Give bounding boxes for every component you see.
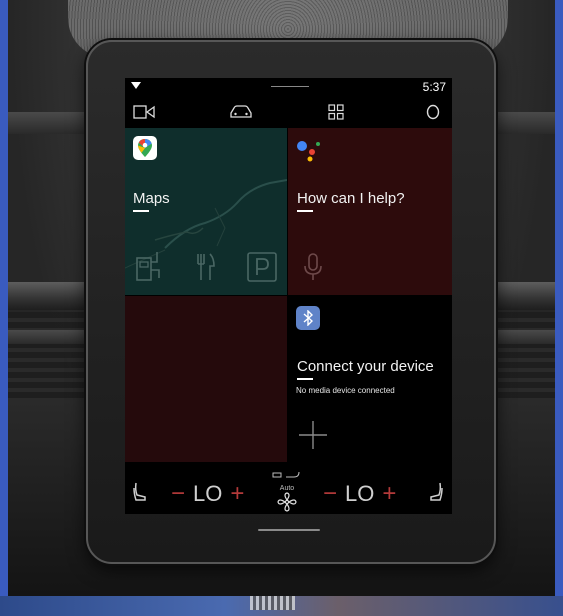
connect-title-underline — [297, 378, 313, 380]
driver-temp-decrease-button[interactable]: − — [171, 480, 185, 508]
empty-tile[interactable] — [125, 296, 287, 462]
google-assistant-icon — [296, 138, 324, 167]
passenger-temp-decrease-button[interactable]: − — [323, 480, 337, 508]
restaurant-icon[interactable] — [195, 252, 215, 287]
bluetooth-icon — [296, 306, 320, 330]
fan-mode-label: Auto — [279, 485, 295, 492]
status-bar: 5:37 — [125, 78, 452, 96]
maps-tile[interactable]: Maps — [125, 128, 287, 295]
infotainment-screen: 5:37 Maps How can I help? Connect your d… — [125, 78, 452, 514]
top-nav-bar — [125, 98, 452, 126]
climate-bar: − LO + Auto − LO + — [125, 464, 452, 514]
microphone-icon[interactable] — [303, 252, 323, 287]
clock: 5:37 — [422, 80, 446, 94]
bezel-home-bar — [258, 529, 320, 531]
passenger-temp-value: LO — [345, 481, 375, 506]
apps-grid-icon[interactable] — [328, 102, 344, 122]
connect-device-tile[interactable]: Connect your device No media device conn… — [288, 296, 452, 462]
recirculate-icon — [272, 471, 300, 478]
vehicle-badge — [250, 596, 295, 610]
add-icon[interactable] — [298, 420, 328, 455]
parking-icon[interactable] — [247, 252, 277, 287]
passenger-temp-increase-button[interactable]: + — [382, 480, 396, 508]
assistant-title-underline — [297, 210, 313, 212]
assistant-tile[interactable]: How can I help? — [288, 128, 452, 295]
fan-icon — [277, 492, 297, 512]
wifi-icon — [131, 82, 141, 89]
driver-seat-heat-icon[interactable] — [133, 482, 147, 507]
fan-control[interactable]: Auto — [272, 466, 302, 514]
passenger-seat-heat-icon[interactable] — [429, 482, 443, 507]
notification-handle[interactable] — [271, 86, 309, 87]
car-icon[interactable] — [229, 102, 253, 122]
connect-subtitle: No media device connected — [296, 386, 395, 395]
connect-title: Connect your device — [297, 358, 434, 375]
assistant-title: How can I help? — [297, 190, 405, 207]
driver-temp-increase-button[interactable]: + — [230, 480, 244, 508]
camera-icon[interactable] — [133, 102, 155, 122]
driver-temp-value: LO — [193, 481, 223, 506]
profile-circle-icon[interactable] — [426, 102, 440, 122]
passenger-temp-control: − LO + — [323, 480, 396, 508]
ev-charger-icon[interactable] — [135, 250, 163, 287]
driver-temp-control: − LO + — [171, 480, 244, 508]
google-maps-icon — [133, 136, 157, 160]
maps-title: Maps — [133, 190, 170, 207]
maps-title-underline — [133, 210, 149, 212]
